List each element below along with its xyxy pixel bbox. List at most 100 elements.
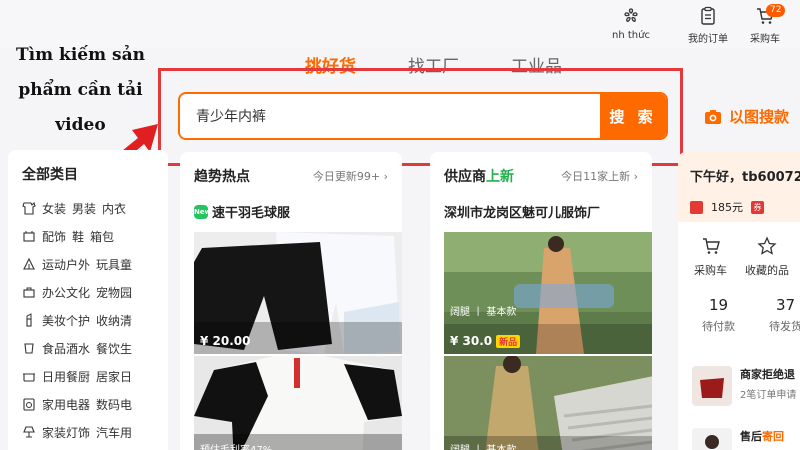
margin-tag: 预估毛利率47% <box>200 441 272 450</box>
category-link[interactable]: 家装灯饰 <box>42 424 90 441</box>
camera-search-icon <box>705 109 721 124</box>
quick-link-label: 收藏的品 <box>745 264 789 277</box>
toolbar-label: 采购车 <box>750 34 780 45</box>
category-row: 家用电器 数码电 <box>22 390 168 418</box>
stat-pending-shipment[interactable]: 37 待发货 <box>769 296 800 334</box>
product-image-shorts[interactable]: ¥ 20.00 <box>194 232 402 354</box>
product-price: ¥ 30.0 新品 <box>450 334 521 348</box>
category-link[interactable]: 箱包 <box>90 228 114 245</box>
image-search-label: 以图搜款 <box>729 108 790 126</box>
category-link[interactable]: 汽车用 <box>96 424 132 441</box>
category-link[interactable]: 日用餐厨 <box>42 368 90 385</box>
shirt-image <box>194 356 402 450</box>
category-link[interactable]: 玩具童 <box>96 256 132 273</box>
notice-title: 售后寄回 <box>740 428 784 444</box>
trending-topic[interactable]: New 速干羽毛球服 <box>194 202 290 221</box>
supplier-updated: 今日11家上新 <box>561 170 631 183</box>
category-link[interactable]: 办公文化 <box>42 284 90 301</box>
supplier-title: 供应商上新 <box>444 166 514 186</box>
stat-value: 37 <box>775 296 796 314</box>
category-row: 办公文化 宠物园 <box>22 278 168 306</box>
toolbar-item-cart[interactable]: 72 采购车 <box>750 4 786 45</box>
washer-icon <box>23 398 35 411</box>
toolbar-item-orders[interactable]: 我的订单 <box>688 6 728 45</box>
category-link[interactable]: 餐饮生 <box>96 340 132 357</box>
price-value: ¥ 30.0 <box>450 334 493 348</box>
product-image-dress[interactable]: 阔腿 丨 基本款 ¥ 30.0 新品 <box>444 232 652 354</box>
category-row: 食品酒水 餐饮生 <box>22 334 168 362</box>
category-sidebar: 全部类目 女装 男装 内衣 配饰鞋箱包 运动户外 玩具童 办公文化 宠物园 美妆个护 收纳清 食品酒… <box>8 150 168 450</box>
supplier-more-link[interactable]: 今日11家上新 › <box>561 168 638 184</box>
category-row: 配饰鞋箱包 <box>22 222 168 250</box>
flower-icon <box>624 8 638 22</box>
category-list: 女装 男装 内衣 配饰鞋箱包 运动户外 玩具童 办公文化 宠物园 美妆个护 收纳清 食品酒水 餐饮生日… <box>22 194 168 446</box>
user-greeting: 下午好，tb60072 <box>690 170 800 185</box>
category-link[interactable]: 食品酒水 <box>42 340 90 357</box>
category-link[interactable]: 家用电器 <box>42 396 90 413</box>
chevron-right-icon: › <box>383 170 388 183</box>
cart-icon <box>702 238 720 254</box>
category-link[interactable]: 鞋 <box>72 228 84 245</box>
annotation-line: phẩm cần tải <box>18 80 143 100</box>
category-link[interactable]: 收纳清 <box>96 312 132 329</box>
briefcase-icon <box>23 287 35 298</box>
product-image-outfit[interactable]: 阔腿 丨 基本款 <box>444 356 652 450</box>
notice-item[interactable]: 商家拒绝退 2笔订单申请 <box>692 366 796 406</box>
notice-title-highlight: 寄回 <box>762 430 784 443</box>
shirt-icon <box>22 201 36 215</box>
category-link[interactable]: 美妆个护 <box>42 312 90 329</box>
notice-title: 商家拒绝退 <box>740 368 795 381</box>
notice-item[interactable]: 售后寄回 <box>692 428 784 450</box>
notice-title-prefix: 售后 <box>740 430 762 443</box>
category-row: 家装灯饰 汽车用 <box>22 418 168 446</box>
cart-count-badge: 72 <box>766 4 786 17</box>
category-link[interactable]: 配饰 <box>42 228 66 245</box>
red-packet-icon <box>690 200 703 214</box>
stat-value: 19 <box>708 296 729 314</box>
trending-topic-label: 速干羽毛球服 <box>212 206 291 221</box>
notice-subtitle: 2笔订单申请 <box>740 390 797 401</box>
trending-updated: 今日更新99+ <box>312 170 381 183</box>
user-panel: 下午好，tb60072 185元 券 采购车 收藏的品 19 待付款 37 待发… <box>678 152 800 450</box>
product-image-shirt[interactable]: 预估毛利率47% <box>194 356 402 450</box>
trending-more-link[interactable]: 今日更新99+ › <box>313 168 388 184</box>
quick-link-label: 采购车 <box>694 264 727 277</box>
image-search-button[interactable]: 以图搜款 <box>703 106 789 127</box>
trending-title: 趋势热点 <box>194 169 250 185</box>
supplier-title-new: 上新 <box>486 169 514 185</box>
glasses-icon <box>23 231 35 242</box>
product-price: ¥ 20.00 <box>200 334 251 348</box>
trending-card: 趋势热点 今日更新99+ › New 速干羽毛球服 ¥ 20.00 预估毛利率4… <box>180 152 402 450</box>
supplier-card: 供应商上新 今日11家上新 › 深圳市龙岗区魅可儿服饰厂 阔腿 丨 基本款 ¥ … <box>430 152 652 450</box>
balance-value[interactable]: 185元 <box>711 199 743 215</box>
category-link[interactable]: 宠物园 <box>96 284 132 301</box>
toolbar-label: nh thức <box>612 30 650 41</box>
quick-link-cart[interactable]: 采购车 <box>694 236 727 278</box>
quick-link-favorites[interactable]: 收藏的品 <box>745 236 789 278</box>
product-tags: 阔腿 丨 基本款 <box>450 307 517 318</box>
category-title: 全部类目 <box>22 167 78 183</box>
star-icon <box>757 236 777 255</box>
supplier-title-main: 供应商 <box>444 169 486 185</box>
category-row: 女装 男装 内衣 <box>22 194 168 222</box>
category-link[interactable]: 运动户外 <box>42 256 90 273</box>
category-link[interactable]: 居家日 <box>96 368 132 385</box>
coupon-icon[interactable]: 券 <box>751 200 764 214</box>
category-link[interactable]: 内衣 <box>102 200 126 217</box>
category-link[interactable]: 女装 <box>42 200 66 217</box>
lipstick-icon <box>26 313 32 327</box>
category-link[interactable]: 男装 <box>72 200 96 217</box>
outfit-image <box>444 356 652 450</box>
stat-pending-payment[interactable]: 19 待付款 <box>702 296 735 334</box>
category-row: 日用餐厨 居家日 <box>22 362 168 390</box>
toolbar-item-feedback[interactable]: nh thức <box>612 6 650 41</box>
tent-icon <box>23 257 35 270</box>
stat-label: 待发货 <box>769 320 800 333</box>
promo-badge: 新品 <box>496 335 521 348</box>
supplier-shop-name[interactable]: 深圳市龙岗区魅可儿服饰厂 <box>444 202 600 221</box>
pot-icon <box>23 373 35 382</box>
stat-label: 待付款 <box>702 320 735 333</box>
category-link[interactable]: 数码电 <box>96 396 132 413</box>
notice-thumbnail <box>692 428 732 450</box>
toolbar-label: 我的订单 <box>688 34 728 45</box>
